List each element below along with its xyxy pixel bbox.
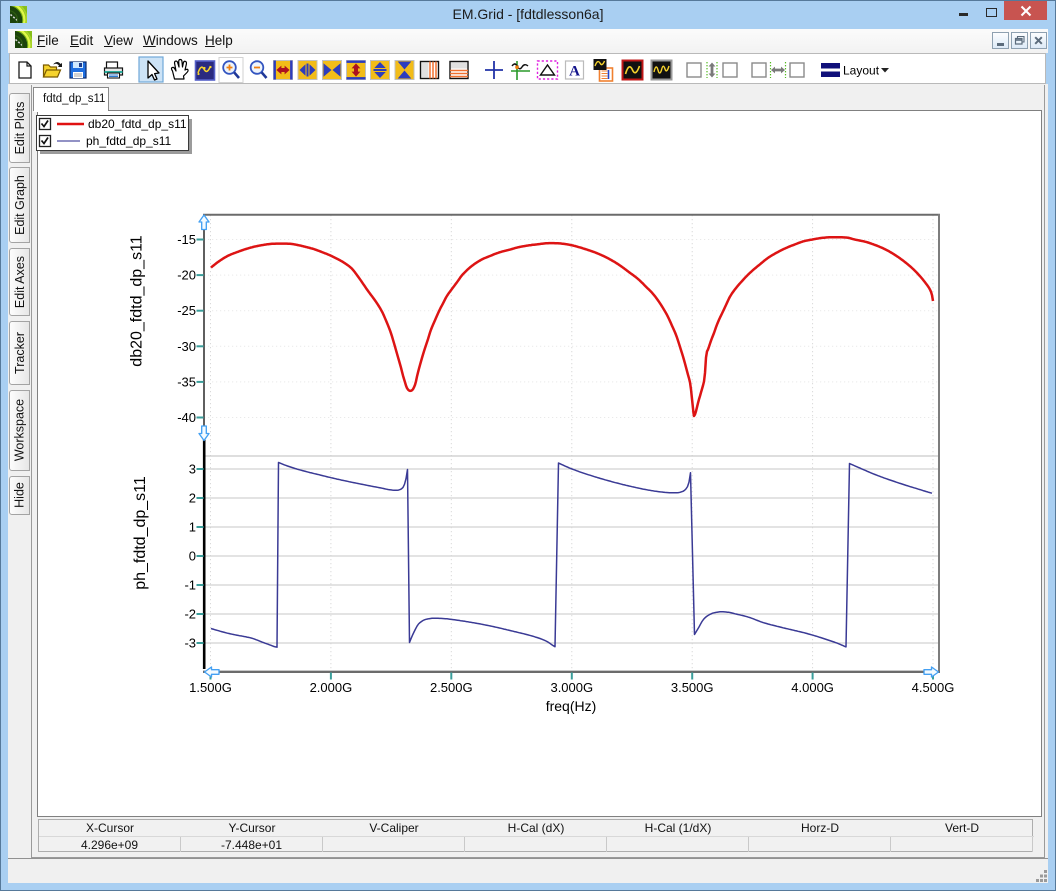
svg-text:-25: -25 — [177, 303, 196, 318]
svg-text:-3: -3 — [184, 636, 196, 651]
svg-text:-2: -2 — [184, 607, 196, 622]
svg-text:-30: -30 — [177, 339, 196, 354]
svg-text:2.500G: 2.500G — [430, 680, 473, 695]
svg-text:A: A — [569, 64, 580, 80]
svg-text:Layout: Layout — [843, 64, 880, 78]
svg-text:2.000G: 2.000G — [310, 680, 353, 695]
svg-text:0: 0 — [189, 549, 196, 564]
svg-text:ph_fdtd_dp_s11: ph_fdtd_dp_s11 — [132, 476, 149, 590]
svg-text:4.000G: 4.000G — [791, 680, 834, 695]
svg-text:-1: -1 — [184, 578, 196, 593]
svg-text:-20: -20 — [177, 268, 196, 283]
svg-text:ph_fdtd_dp_s11: ph_fdtd_dp_s11 — [86, 134, 172, 148]
svg-text:4.500G: 4.500G — [912, 680, 955, 695]
svg-text:-35: -35 — [177, 374, 196, 389]
svg-text:freq(Hz): freq(Hz) — [546, 698, 597, 714]
svg-text:db20_fdtd_dp_s11: db20_fdtd_dp_s11 — [129, 235, 146, 366]
svg-text:3.500G: 3.500G — [671, 680, 714, 695]
svg-text:2: 2 — [189, 491, 196, 506]
svg-text:1.500G: 1.500G — [189, 680, 232, 695]
svg-text:db20_fdtd_dp_s11: db20_fdtd_dp_s11 — [88, 117, 187, 131]
svg-text:-40: -40 — [177, 410, 196, 425]
svg-text:1: 1 — [189, 520, 196, 535]
svg-text:3: 3 — [189, 462, 196, 477]
svg-text:-15: -15 — [177, 232, 196, 247]
svg-text:3.000G: 3.000G — [550, 680, 593, 695]
